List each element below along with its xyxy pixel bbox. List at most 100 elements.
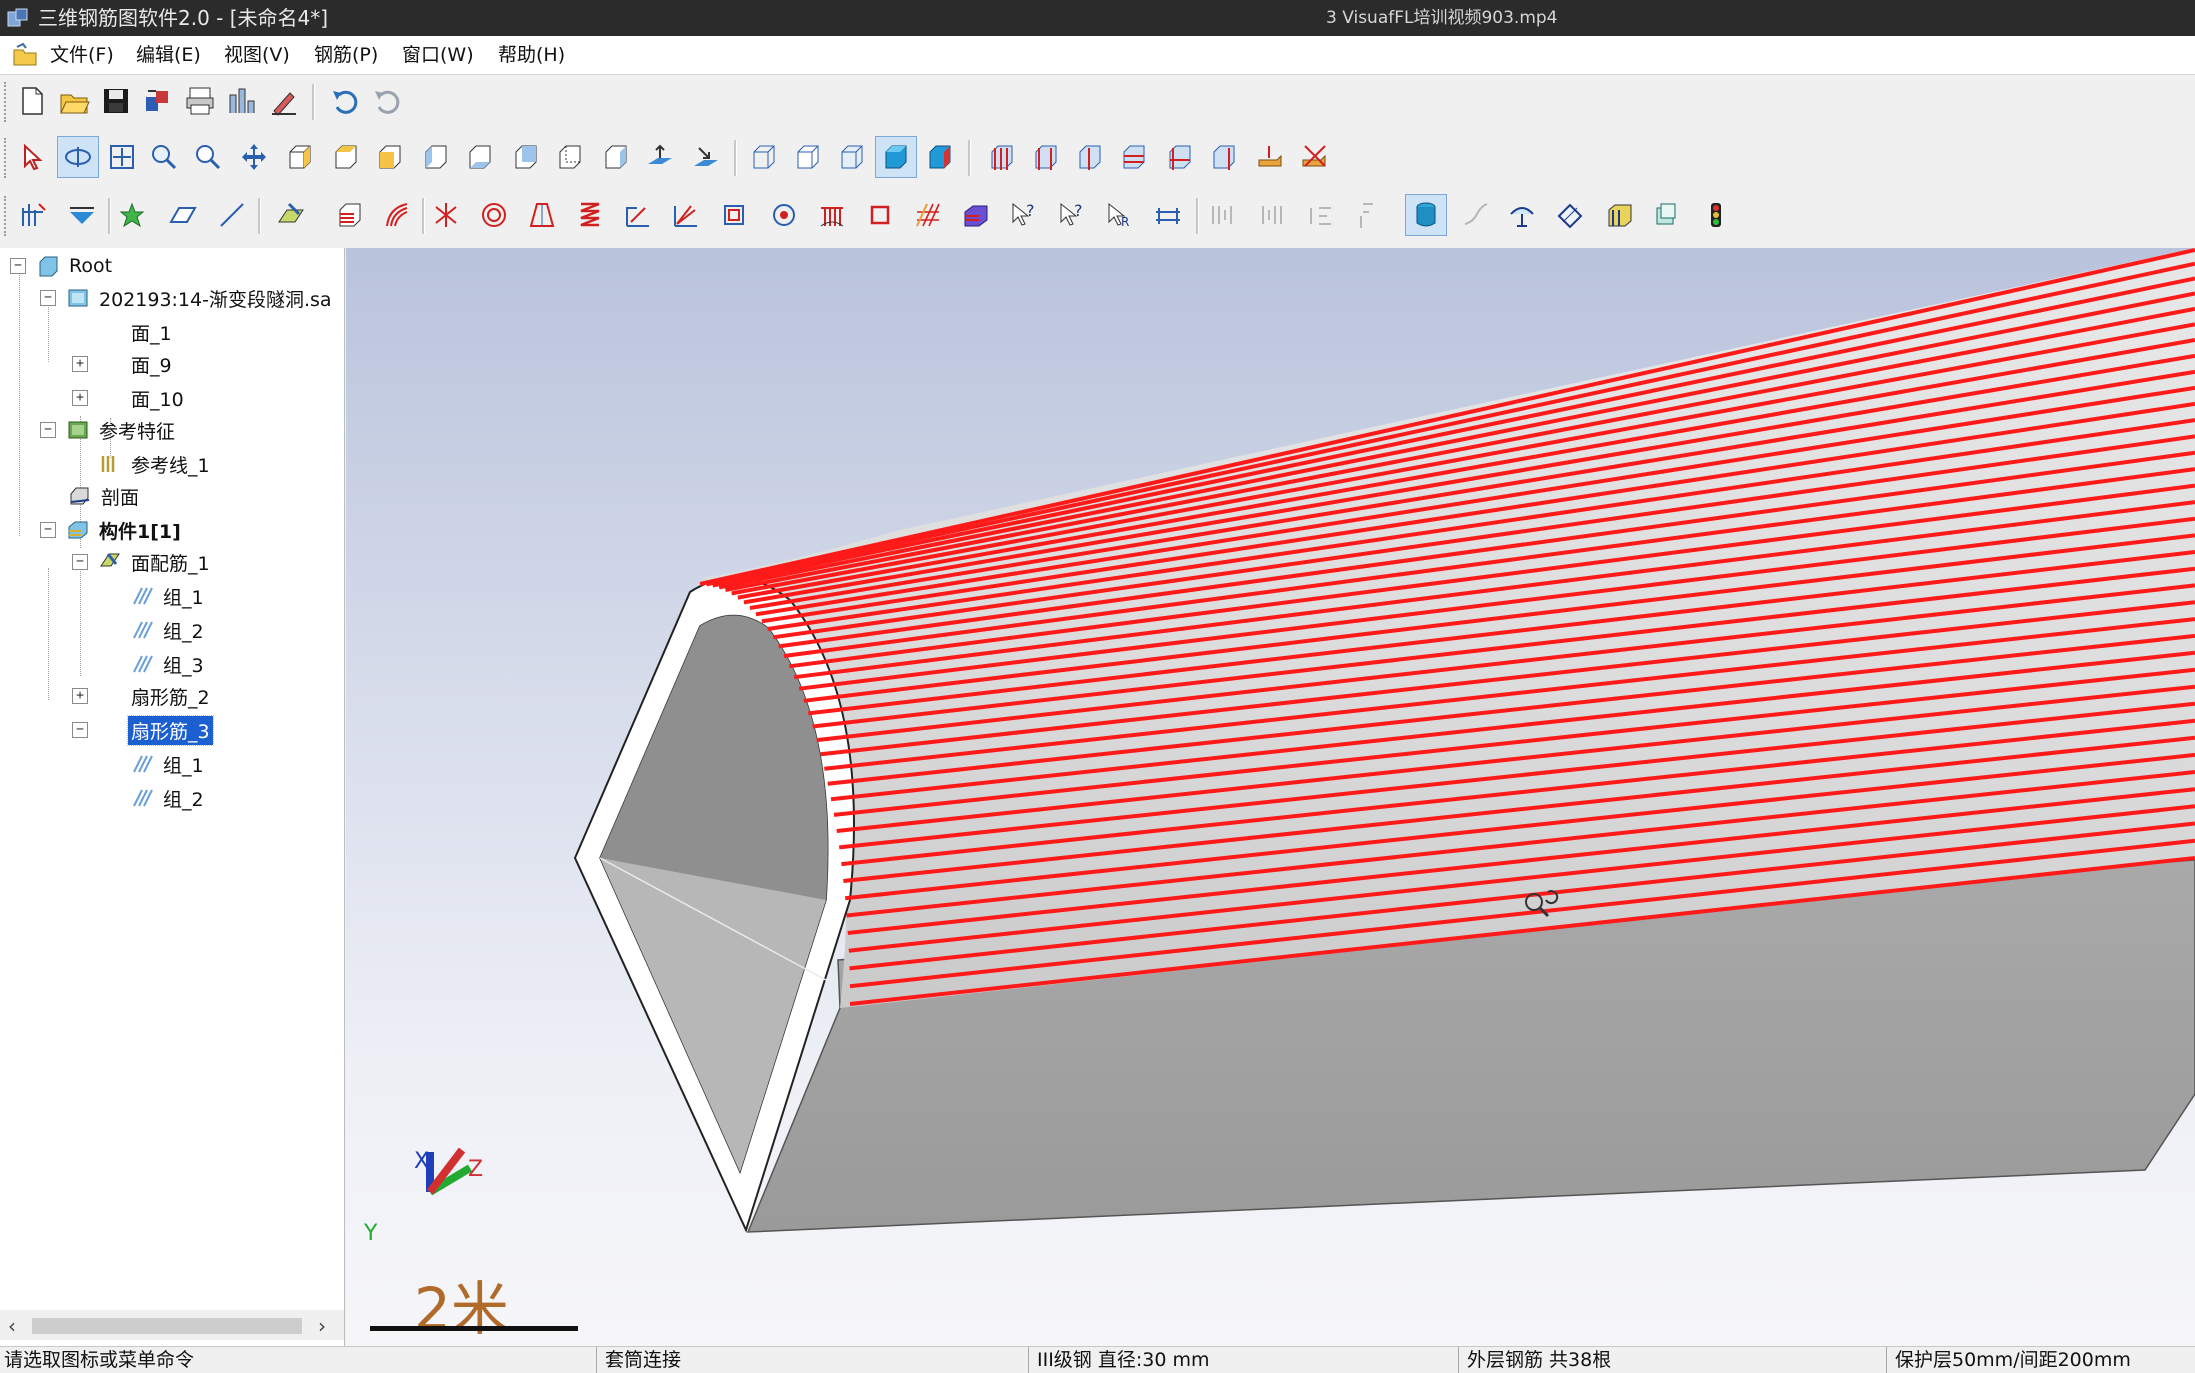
ring-rebar-button[interactable] (474, 195, 514, 235)
align-1-button[interactable] (1202, 195, 1242, 235)
view-iso-2-button[interactable] (326, 137, 366, 177)
rebar-hide-button[interactable] (1294, 137, 1334, 177)
traffic-light-button[interactable] (1696, 195, 1736, 235)
shaded-button[interactable] (876, 137, 916, 177)
cylinder-button[interactable] (1406, 195, 1446, 235)
panel-button[interactable] (1646, 195, 1686, 235)
anchor-button[interactable] (1502, 195, 1542, 235)
menu-help[interactable]: 帮助(H) (498, 44, 565, 66)
face-button[interactable] (162, 195, 202, 235)
query-3-button[interactable]: R (1100, 195, 1140, 235)
curve-button[interactable] (1456, 195, 1496, 235)
open-button[interactable] (54, 81, 94, 121)
menu-view[interactable]: 视图(V) (224, 44, 290, 66)
rotate-button[interactable] (58, 137, 98, 177)
tree-item-component[interactable]: − 构件1[1] (40, 514, 184, 546)
query-button[interactable]: ? (1004, 195, 1044, 235)
3d-viewport[interactable]: X Y Z (346, 248, 2195, 1346)
collapse-icon[interactable]: − (72, 722, 88, 738)
tree-horizontal-scrollbar[interactable]: ‹ › (0, 1310, 344, 1340)
menu-rebar[interactable]: 钢筋(P) (314, 44, 378, 66)
shaded-color-button[interactable] (920, 137, 960, 177)
save-button[interactable] (96, 81, 136, 121)
collapse-icon[interactable]: − (72, 554, 88, 570)
tunnel-model[interactable]: X Y Z (346, 248, 2195, 1346)
solid-rebar-button[interactable] (956, 195, 996, 235)
square-rebar-button[interactable] (860, 195, 900, 235)
view-iso-6-button[interactable] (506, 137, 546, 177)
toolbar-grip[interactable] (4, 82, 10, 122)
tree-item-file[interactable]: − 202193:14-渐变段隧洞.sa (40, 282, 335, 314)
collapse-icon[interactable]: − (40, 422, 56, 438)
tree-item-face-rebar[interactable]: − 面配筋_1 (72, 546, 213, 578)
tree-item-group[interactable]: 组_1 (130, 580, 207, 612)
wireframe-button[interactable] (744, 137, 784, 177)
plane-button[interactable] (62, 195, 102, 235)
zoom-button[interactable] (188, 137, 228, 177)
component-button[interactable] (14, 195, 54, 235)
menu-file[interactable]: 文件(F) (50, 44, 114, 66)
tree-item-face[interactable]: + 面_10 (72, 382, 187, 414)
redo-button[interactable] (368, 81, 408, 121)
stirrup-button[interactable] (714, 195, 754, 235)
align-2-button[interactable] (1252, 195, 1292, 235)
cut-button[interactable] (1550, 195, 1590, 235)
circle-rebar-button[interactable] (764, 195, 804, 235)
radial-rebar-button[interactable] (426, 195, 466, 235)
tree-item-face[interactable]: + 面_9 (72, 348, 175, 380)
trapezoid-rebar-button[interactable] (522, 195, 562, 235)
dimension-button[interactable] (1148, 195, 1188, 235)
line-button[interactable] (212, 195, 252, 235)
point-button[interactable] (112, 195, 152, 235)
align-4-button[interactable] (1350, 195, 1390, 235)
tree-item-ref-line[interactable]: 参考线_1 (98, 448, 213, 480)
comb-rebar-button[interactable] (812, 195, 852, 235)
tree-item-group[interactable]: 组_1 (130, 748, 207, 780)
tree-item-face[interactable]: 面_1 (128, 316, 175, 348)
view-iso-4-button[interactable] (416, 137, 456, 177)
tree-item-fan-rebar[interactable]: + 扇形筋_2 (72, 680, 213, 712)
collapse-icon[interactable]: − (40, 522, 56, 538)
rebar-view-1-button[interactable] (982, 137, 1022, 177)
mesh-rebar-button[interactable] (908, 195, 948, 235)
fan-rebar-button[interactable] (378, 195, 418, 235)
scroll-right-icon[interactable]: › (318, 1314, 326, 1338)
rebar-view-6-button[interactable] (1204, 137, 1244, 177)
tree-item-fan-rebar-selected[interactable]: − 扇形筋_3 (72, 714, 213, 746)
expand-icon[interactable]: + (72, 356, 88, 372)
tree-item-group[interactable]: 组_2 (130, 782, 207, 814)
query-2-button[interactable]: ? (1052, 195, 1092, 235)
import-button[interactable] (138, 81, 178, 121)
scroll-left-icon[interactable]: ‹ (8, 1314, 16, 1338)
zoom-extents-button[interactable] (102, 137, 142, 177)
toolbar-grip[interactable] (4, 138, 10, 178)
edit-button[interactable] (264, 81, 304, 121)
tree-item-group[interactable]: 组_3 (130, 648, 207, 680)
layer-rebar-button[interactable] (330, 195, 370, 235)
menu-window[interactable]: 窗口(W) (402, 44, 474, 66)
view-plane-1-button[interactable] (640, 137, 680, 177)
collapse-icon[interactable]: − (10, 258, 26, 274)
shaded-edge-button[interactable] (832, 137, 872, 177)
view-plane-2-button[interactable] (686, 137, 726, 177)
menu-edit[interactable]: 编辑(E) (136, 44, 201, 66)
new-button[interactable] (12, 81, 52, 121)
print-button[interactable] (180, 81, 220, 121)
document-menu-icon[interactable] (12, 42, 38, 68)
tree-item-ref-feature[interactable]: − 参考特征 (40, 414, 178, 446)
rebar-view-3-button[interactable] (1070, 137, 1110, 177)
view-iso-1-button[interactable] (280, 137, 320, 177)
collapse-icon[interactable]: − (40, 290, 56, 306)
view-iso-3-button[interactable] (370, 137, 410, 177)
rebar-view-2-button[interactable] (1026, 137, 1066, 177)
zoom-window-button[interactable] (144, 137, 184, 177)
view-iso-8-button[interactable] (596, 137, 636, 177)
tree-item-root[interactable]: − Root (10, 250, 115, 282)
rebar-view-5-button[interactable] (1160, 137, 1200, 177)
angle-rebar-button[interactable] (666, 195, 706, 235)
pan-button[interactable] (234, 137, 274, 177)
scrollbar-thumb[interactable] (32, 1318, 302, 1334)
expand-icon[interactable]: + (72, 390, 88, 406)
tree-item-group[interactable]: 组_2 (130, 614, 207, 646)
undo-button[interactable] (326, 81, 366, 121)
